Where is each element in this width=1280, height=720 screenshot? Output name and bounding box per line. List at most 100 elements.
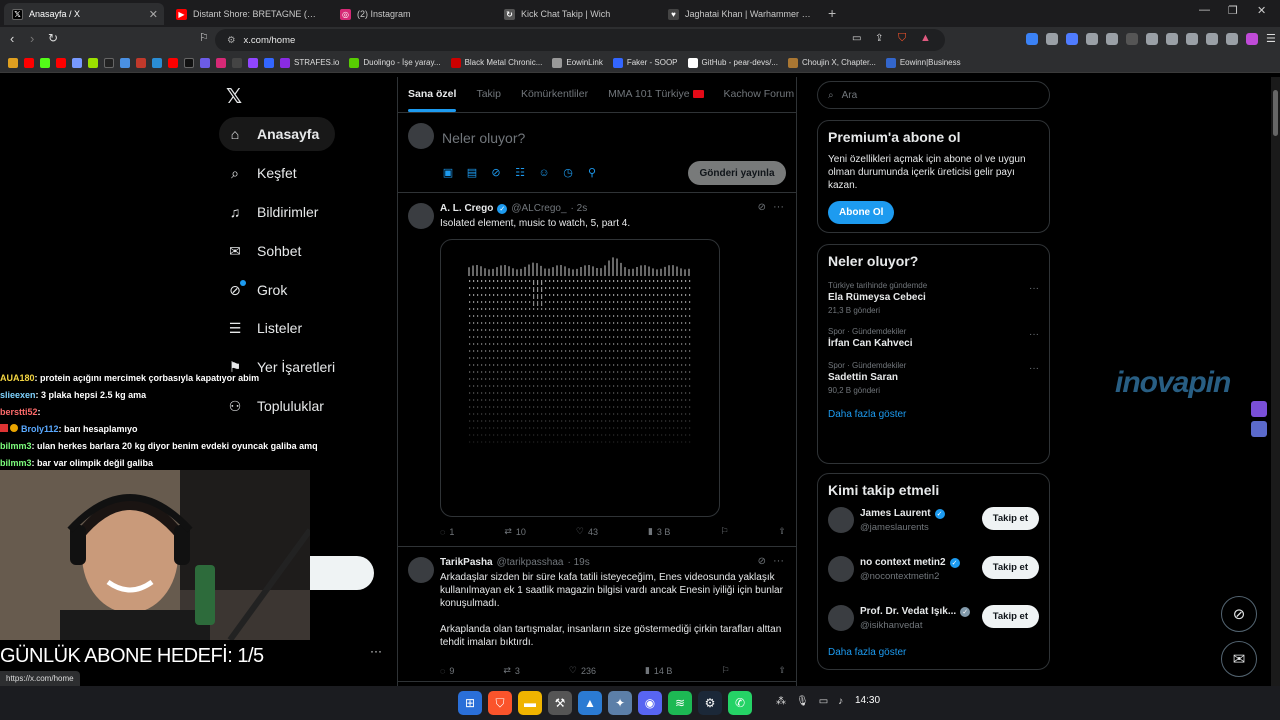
tweet-time[interactable]: · 2s — [571, 203, 588, 214]
tab-warhammer-wiki[interactable]: ♥ Jaghatai Khan | Warhammer 40k Wiki — [660, 3, 820, 25]
folder-icon[interactable]: ▬ — [518, 691, 542, 715]
bookmark-duolingo[interactable]: Duolingo - İşe yaray... — [349, 57, 441, 68]
avatar[interactable] — [828, 556, 854, 582]
forward-icon[interactable]: › — [30, 31, 34, 46]
extension-icon[interactable] — [1046, 33, 1058, 45]
whatsapp-icon[interactable]: ✆ — [728, 691, 752, 715]
discord-icon[interactable]: ◉ — [638, 691, 662, 715]
address-bar[interactable]: ⚙ x.com/home — [215, 29, 945, 51]
back-icon[interactable]: ‹ — [10, 31, 14, 46]
spotify-icon[interactable]: ≋ — [668, 691, 692, 715]
views-button[interactable]: ▮ 14 B — [645, 665, 672, 676]
vpn-icon[interactable] — [1226, 33, 1238, 45]
tweet-author-handle[interactable]: @ALCrego_ — [511, 203, 566, 214]
bookmark-icon[interactable] — [120, 57, 130, 68]
bookmark-eowinlink[interactable]: EowinLink — [552, 57, 603, 68]
more-options-icon[interactable]: ··· — [370, 644, 382, 658]
site-info-icon[interactable]: ⚙ — [227, 35, 236, 46]
tweet-media[interactable] — [440, 239, 720, 517]
bookmark-faker-soop[interactable]: Faker - SOOP — [612, 57, 678, 68]
sidebar-item-lists[interactable]: ☰ Listeler — [219, 311, 318, 345]
bookmark-choujin[interactable]: Choujin X, Chapter... — [788, 57, 876, 68]
x-icon[interactable] — [184, 57, 194, 68]
close-window-icon[interactable]: ✕ — [1257, 4, 1266, 17]
share-icon[interactable]: ⇪ — [875, 33, 883, 44]
kick-icon[interactable] — [40, 57, 50, 68]
trend-item[interactable]: Spor · Gündemdekiler Sadettin Saran 90,2… — [828, 361, 1039, 395]
extension-icon[interactable] — [1066, 33, 1078, 45]
extension-icon[interactable] — [1106, 33, 1118, 45]
follow-suggestion[interactable]: James Laurent ✓ @jameslaurents Takip et — [828, 504, 1039, 547]
views-button[interactable]: ▮ 3 B — [648, 526, 670, 537]
more-options-icon[interactable]: ··· — [1029, 329, 1039, 340]
tab-kick-chat[interactable]: ↻ Kick Chat Takip | Wich — [496, 3, 656, 25]
youtube-icon[interactable] — [168, 57, 178, 68]
emoji-icon[interactable]: ☺ — [538, 167, 550, 179]
steam-icon[interactable]: ⚙ — [698, 691, 722, 715]
post-button[interactable]: Gönderi yayınla — [688, 161, 786, 185]
profile-icon[interactable] — [1246, 33, 1258, 45]
scrollbar-thumb[interactable] — [1273, 90, 1278, 136]
schedule-icon[interactable]: ◷ — [562, 167, 574, 179]
location-icon[interactable]: ⚲ — [586, 167, 598, 179]
trend-item[interactable]: Türkiye tarihinde gündemde Ela Rümeysa C… — [828, 281, 1039, 315]
repost-button[interactable]: ⇄ 3 — [503, 665, 520, 676]
tab-x-home[interactable]: 𝕏 Anasayfa / X ✕ — [4, 3, 164, 25]
photos-icon[interactable]: ▲ — [578, 691, 602, 715]
show-more-link[interactable]: Daha fazla göster — [828, 647, 1039, 658]
brave-rewards-icon[interactable]: ▲ — [920, 32, 931, 44]
reply-button[interactable]: ◌ 1 — [440, 526, 454, 537]
trend-item[interactable]: Spor · Gündemdekiler İrfan Can Kahveci ·… — [828, 327, 1039, 349]
more-options-icon[interactable]: ··· — [1029, 363, 1039, 374]
sidebar-item-home[interactable]: ⌂ Anasayfa — [219, 117, 336, 151]
poll-icon[interactable]: ☷ — [514, 167, 526, 179]
leo-icon[interactable] — [1206, 33, 1218, 45]
brave-icon[interactable]: ⛉ — [488, 691, 512, 715]
reply-button[interactable]: ◌ 9 — [440, 665, 454, 676]
tweet-time[interactable]: · 19s — [567, 557, 589, 568]
windows-start-icon[interactable]: ⊞ — [458, 691, 482, 715]
show-more-link[interactable]: Daha fazla göster — [828, 409, 1039, 420]
search-input[interactable]: ⌕ Ara — [817, 81, 1050, 109]
maximize-icon[interactable]: ❐ — [1228, 4, 1238, 17]
extension-icon[interactable] — [1126, 33, 1138, 45]
tweet[interactable]: A. L. Crego ✓ @ALCrego_ · 2s ⊘ ··· Isola… — [398, 193, 796, 547]
tweet-author-handle[interactable]: @tarikpasshaa — [497, 557, 564, 568]
gif-icon[interactable]: ▤ — [466, 167, 478, 179]
x-logo-icon[interactable]: 𝕏 — [226, 84, 242, 109]
microphone-icon[interactable]: 🎙 — [796, 696, 809, 707]
tab-komurkentliler[interactable]: Kömürkentliler — [511, 77, 598, 112]
sidebar-item-notifications[interactable]: ♫ Bildirimler — [219, 195, 334, 229]
volume-icon[interactable]: ♪ — [838, 696, 843, 707]
avatar[interactable] — [828, 507, 854, 533]
close-icon[interactable]: ✕ — [149, 8, 158, 21]
share-button[interactable]: ⇪ — [778, 526, 786, 537]
bookmark-strafes[interactable]: STRAFES.io — [280, 57, 339, 68]
subscribe-button[interactable]: Abone Ol — [828, 201, 895, 224]
bookmark-button[interactable]: ⚐ — [720, 526, 728, 537]
tweet-author-name[interactable]: A. L. Crego — [440, 203, 493, 214]
puzzle-icon[interactable] — [1086, 33, 1098, 45]
grok-icon[interactable]: ⊘ — [758, 202, 766, 213]
bookmark-page-icon[interactable]: ⚐ — [199, 31, 209, 44]
follow-suggestion[interactable]: Prof. Dr. Vedat Işık... ✓ @isikhanvedat T… — [828, 602, 1039, 645]
tab-kachow-forum[interactable]: Kachow Forum — [714, 77, 797, 112]
grok-icon[interactable]: ⊘ — [758, 556, 766, 567]
app-icon[interactable]: ✦ — [608, 691, 632, 715]
youtube-icon[interactable] — [56, 57, 66, 68]
extension-icon[interactable] — [1026, 33, 1038, 45]
sidebar-item-grok[interactable]: ⊘ Grok — [219, 273, 303, 307]
avatar[interactable] — [408, 557, 434, 583]
repost-button[interactable]: ⇄ 10 — [504, 526, 526, 537]
minimize-icon[interactable]: — — [1199, 4, 1210, 16]
tab-mma101[interactable]: MMA 101 Türkiye — [598, 77, 713, 112]
tweet-author-name[interactable]: TarikPasha — [440, 557, 493, 568]
tab-instagram[interactable]: ◎ (2) Instagram — [332, 3, 492, 25]
twitch-icon[interactable] — [248, 57, 258, 68]
share-button[interactable]: ⇪ — [778, 665, 786, 676]
compose-input[interactable]: Neler oluyor? — [442, 130, 525, 146]
menu-icon[interactable]: ☰ — [1266, 33, 1278, 45]
extension-side-icon[interactable] — [1251, 401, 1267, 417]
youtube-icon[interactable] — [24, 57, 34, 68]
tool-icon[interactable]: ⚒ — [548, 691, 572, 715]
